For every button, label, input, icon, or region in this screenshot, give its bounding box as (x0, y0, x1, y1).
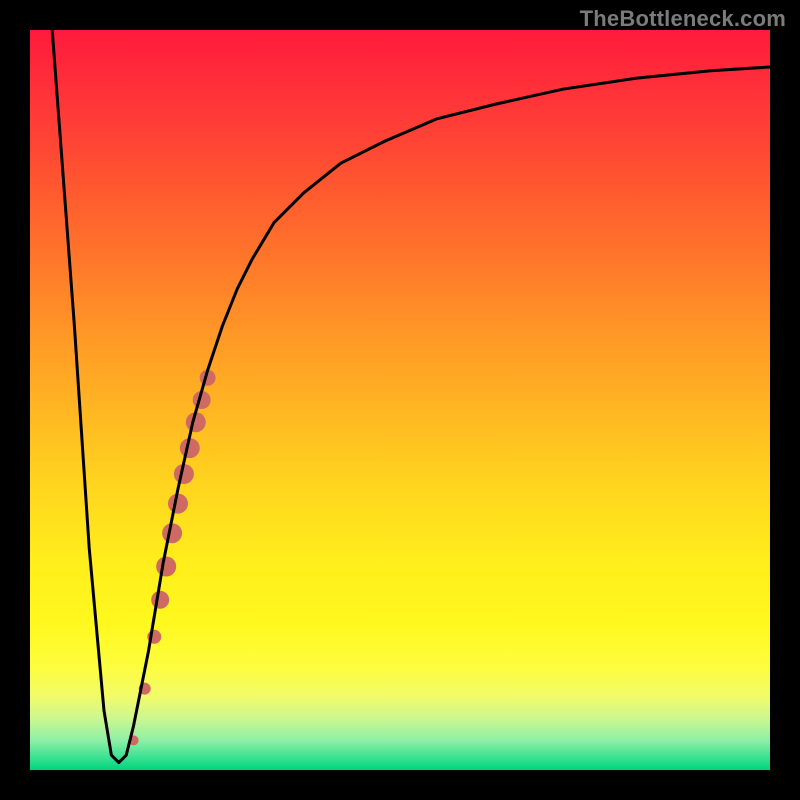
bottleneck-curve-line (52, 30, 770, 763)
watermark-text: TheBottleneck.com (580, 6, 786, 32)
chart-frame: TheBottleneck.com (0, 0, 800, 800)
highlight-dot (151, 591, 169, 609)
highlight-dot (162, 523, 182, 543)
chart-svg (30, 30, 770, 770)
plot-area (30, 30, 770, 770)
highlight-dot (168, 494, 188, 514)
highlight-dot (156, 557, 176, 577)
